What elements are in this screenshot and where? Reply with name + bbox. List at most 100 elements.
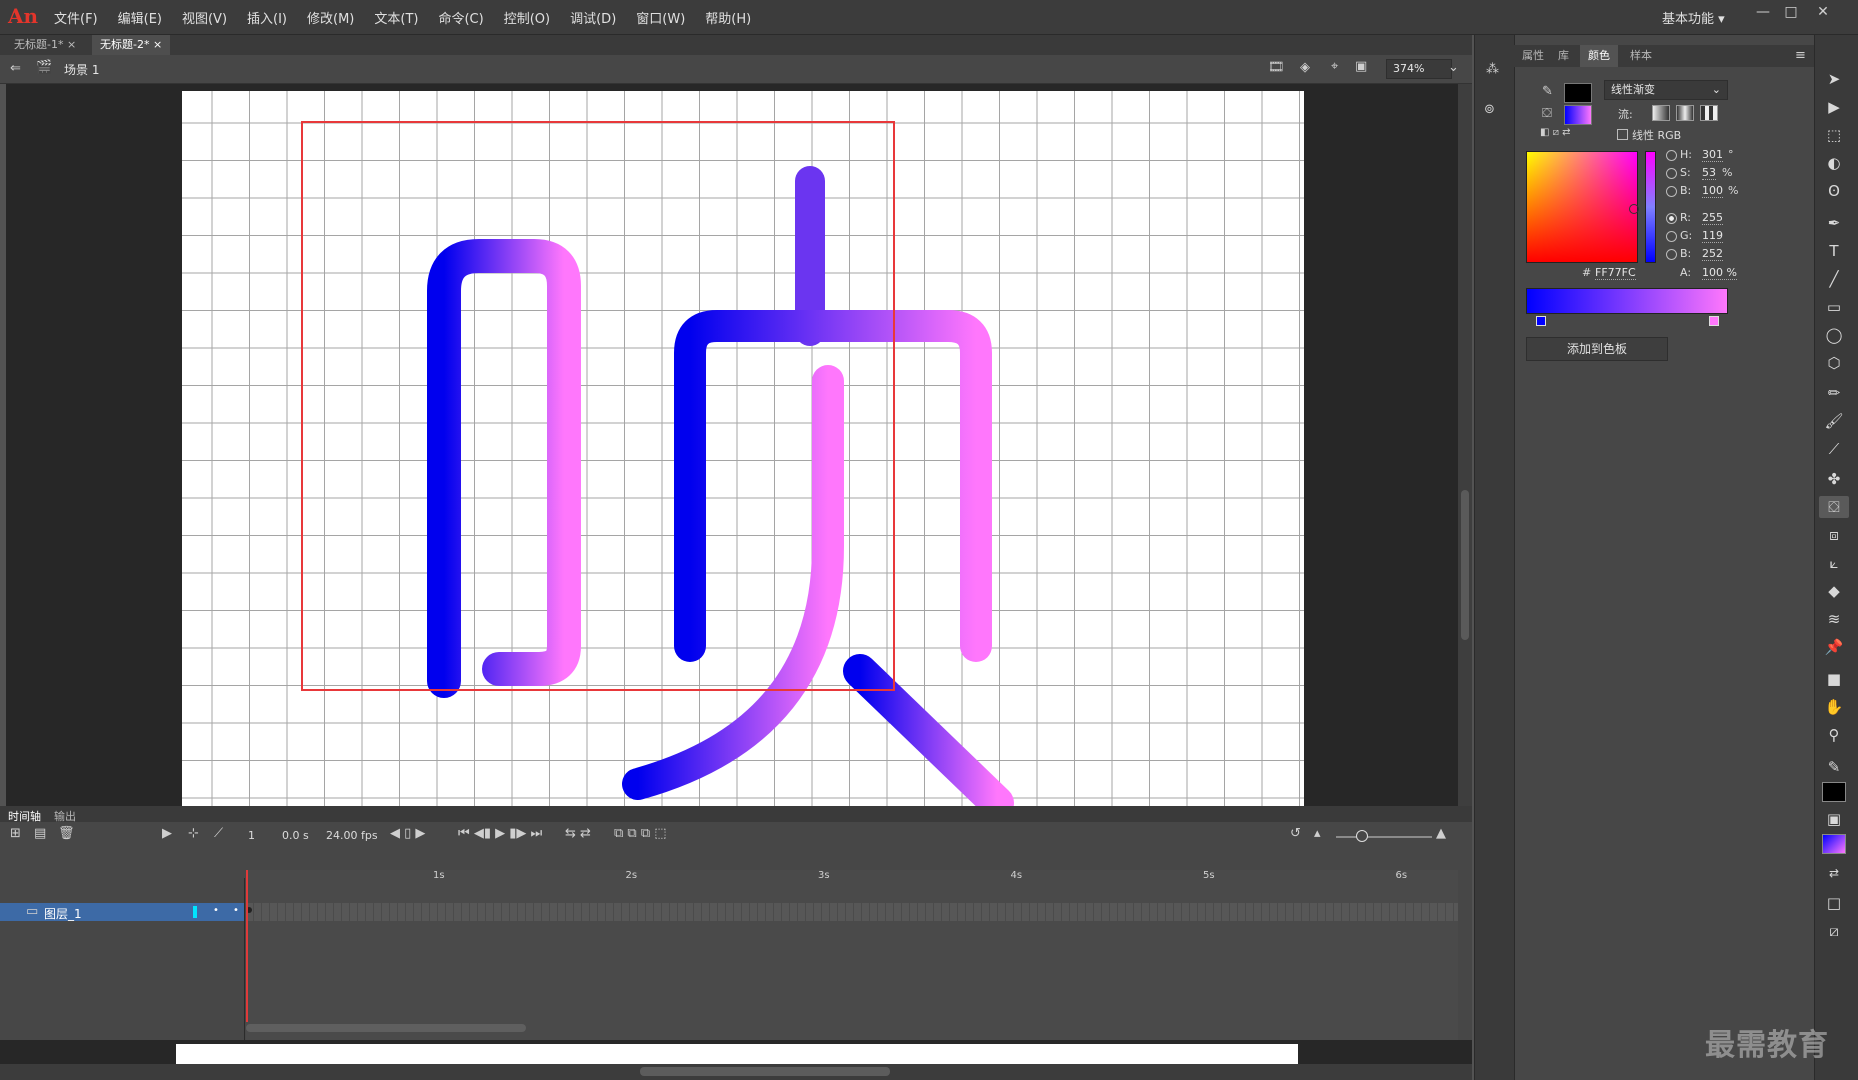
onion-skin-icon[interactable]: ⧉ ⧉ ⧉ ⬚	[614, 826, 667, 841]
swap-colors-icon[interactable]: ⇄	[1819, 862, 1849, 884]
stage-vertical-scrollbar[interactable]	[1458, 84, 1472, 806]
r-value[interactable]: 255	[1702, 211, 1723, 225]
edit-scene-icon[interactable]: 🎞	[1268, 60, 1285, 75]
3d-rotation-icon[interactable]: ◐	[1819, 152, 1849, 174]
camera-tool-icon[interactable]: ■	[1819, 668, 1849, 690]
current-time[interactable]: 0.0 s	[282, 829, 309, 842]
gradient-preview-bar[interactable]	[1526, 288, 1728, 314]
slider-thumb[interactable]	[1356, 830, 1368, 842]
new-folder-icon[interactable]: ▤	[34, 826, 46, 841]
gradient-stop-start[interactable]	[1536, 316, 1546, 326]
selection-tool-icon[interactable]: ➤	[1819, 68, 1849, 90]
camera-icon[interactable]: ▶	[162, 826, 172, 841]
g-value[interactable]: 119	[1702, 229, 1723, 243]
ink-bottle-icon[interactable]: ⧈	[1819, 524, 1849, 546]
blue-value[interactable]: 252	[1702, 247, 1723, 261]
center-stage-icon[interactable]: ⌖	[1331, 59, 1338, 74]
snap-to-objects-icon[interactable]: □	[1819, 892, 1849, 914]
alpha-value[interactable]: 100 %	[1702, 266, 1737, 280]
linear-rgb-checkbox[interactable]	[1617, 129, 1628, 140]
line-tool-icon[interactable]: ╱	[1819, 268, 1849, 290]
flow-repeat-button[interactable]	[1700, 105, 1718, 121]
radio-h[interactable]	[1666, 150, 1677, 161]
zoom-tool-icon[interactable]: ⚲	[1819, 724, 1849, 746]
add-to-swatches-button[interactable]: 添加到色板	[1526, 337, 1668, 361]
rectangle-tool-icon[interactable]: ▭	[1819, 296, 1849, 318]
tab-library[interactable]: 库	[1550, 45, 1577, 67]
polystar-tool-icon[interactable]: ⬡	[1819, 352, 1849, 374]
menu-modify[interactable]: 修改(M)	[297, 8, 364, 27]
pencil-icon[interactable]: ✎	[1542, 84, 1553, 99]
subselection-tool-icon[interactable]: ▶	[1819, 96, 1849, 118]
graph-icon[interactable]: ⟋	[214, 826, 223, 841]
edit-symbol-icon[interactable]: ◈	[1300, 60, 1310, 75]
tab-properties[interactable]: 属性	[1514, 45, 1552, 67]
stroke-color-chip[interactable]	[1564, 83, 1592, 103]
timeline-scrollbar[interactable]	[246, 1024, 526, 1032]
radio-g[interactable]	[1666, 231, 1677, 242]
layer-color-swatch[interactable]	[193, 906, 197, 918]
pencil-tool-icon[interactable]: ✏	[1819, 382, 1849, 404]
menu-control[interactable]: 控制(O)	[494, 8, 560, 27]
eraser-icon[interactable]: ◆	[1819, 580, 1849, 602]
playhead[interactable]	[246, 870, 248, 1022]
fill-color-chip[interactable]	[1564, 105, 1592, 125]
fill-icon[interactable]: ▣	[1819, 808, 1849, 830]
paint-brush-icon[interactable]: 🖌	[1819, 410, 1849, 432]
parent-view-icon[interactable]: ⊹	[188, 826, 199, 841]
text-tool-icon[interactable]: T	[1819, 240, 1849, 262]
color-spectrum[interactable]	[1526, 151, 1638, 263]
menu-insert[interactable]: 插入(I)	[237, 8, 297, 27]
hand-tool-icon[interactable]: ✋	[1819, 696, 1849, 718]
clip-stage-icon[interactable]: ▣	[1355, 59, 1367, 74]
spectrum-cursor[interactable]	[1629, 204, 1639, 214]
radio-b[interactable]	[1666, 186, 1677, 197]
hue-slider[interactable]	[1645, 151, 1656, 263]
artwork-svg[interactable]	[182, 91, 1304, 806]
menu-edit[interactable]: 编辑(E)	[108, 8, 172, 27]
eyedropper-icon[interactable]: ⟀	[1819, 552, 1849, 574]
menu-debug[interactable]: 调试(D)	[560, 8, 626, 27]
lasso-icon[interactable]: ʘ	[1819, 180, 1849, 202]
timeline-zoom-slider[interactable]	[1336, 836, 1432, 838]
frame-size-large-icon[interactable]: ▲	[1436, 826, 1446, 841]
hex-value[interactable]: FF77FC	[1595, 266, 1636, 280]
undo-icon[interactable]: ↺	[1290, 826, 1301, 841]
current-frame[interactable]: 1	[248, 829, 255, 842]
oval-tool-icon[interactable]: ◯	[1819, 324, 1849, 346]
fill-type-select[interactable]: 线性渐变 ⌄	[1604, 80, 1728, 100]
close-window-button[interactable]: ✕	[1810, 4, 1836, 26]
close-icon[interactable]: ×	[153, 38, 162, 51]
radio-s[interactable]	[1666, 168, 1677, 179]
chevron-down-icon[interactable]: ⌄	[1448, 60, 1459, 75]
playback-controls-icon[interactable]: ⏮ ◀▮ ▶ ▮▶ ⏭	[458, 826, 542, 841]
frame-row[interactable]	[246, 903, 1458, 921]
pin-tool-icon[interactable]: 📌	[1819, 636, 1849, 658]
lock-dot[interactable]: •	[233, 905, 239, 916]
close-icon[interactable]: ×	[67, 38, 76, 51]
menu-commands[interactable]: 命令(C)	[428, 8, 493, 27]
menu-window[interactable]: 窗口(W)	[626, 8, 695, 27]
bone-tool-icon[interactable]: ✤	[1819, 468, 1849, 490]
paint-bucket-tool-icon[interactable]: ⛋	[1819, 496, 1849, 518]
flow-extend-button[interactable]	[1652, 105, 1670, 121]
workspace-switcher[interactable]: 基本功能 ▾	[1662, 8, 1725, 27]
back-arrow-icon[interactable]: ⇐	[10, 61, 21, 76]
gradient-stop-end[interactable]	[1709, 316, 1719, 326]
frame-size-small-icon[interactable]: ▴	[1314, 826, 1321, 841]
tab-color[interactable]: 颜色	[1580, 45, 1618, 67]
frame-rate[interactable]: 24.00 fps	[326, 829, 378, 842]
free-transform-icon[interactable]: ⬚	[1819, 124, 1849, 146]
stage-canvas[interactable]	[182, 91, 1304, 806]
radio-r[interactable]	[1666, 213, 1677, 224]
layer-name[interactable]: 图层_1	[44, 905, 82, 922]
minimize-button[interactable]: —	[1750, 4, 1776, 26]
cc-libraries-icon[interactable]: ⊚	[1484, 102, 1495, 117]
scroll-thumb[interactable]	[640, 1067, 890, 1076]
menu-text[interactable]: 文本(T)	[364, 8, 428, 27]
swap-colors-icon[interactable]: ◧ ⧄ ⇄	[1540, 127, 1571, 138]
zoom-select[interactable]: 374%	[1386, 59, 1452, 79]
panel-menu-icon[interactable]: ≡	[1795, 48, 1806, 63]
flow-reflect-button[interactable]	[1676, 105, 1694, 121]
visibility-dot[interactable]: •	[213, 905, 219, 916]
